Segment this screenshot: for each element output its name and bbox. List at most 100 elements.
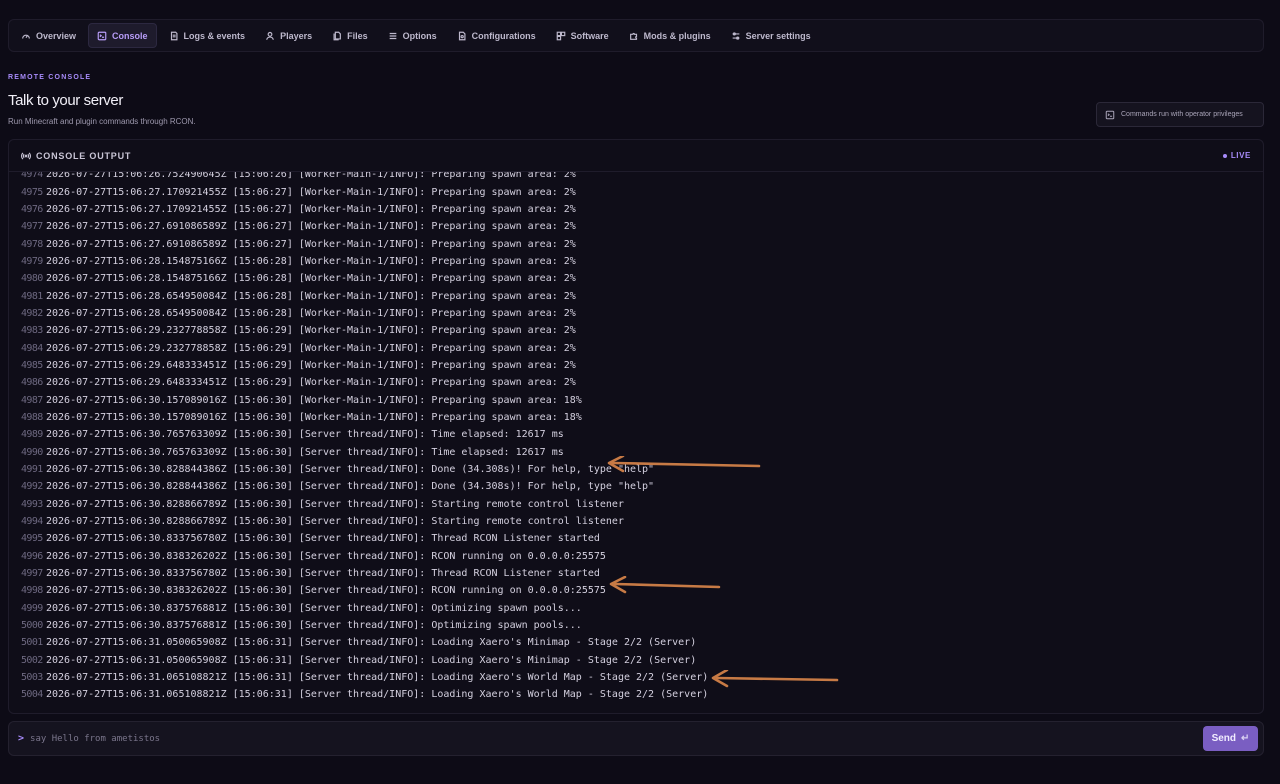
line-number: 4976 <box>21 203 43 215</box>
terminal-icon <box>97 31 107 40</box>
log-text: 2026-07-27T15:06:30.765763309Z [15:06:30… <box>46 429 564 441</box>
server-nav-tabs: Overview Console Logs & events Players F… <box>8 19 1264 52</box>
line-number: 4995 <box>21 533 43 545</box>
line-number: 4977 <box>21 221 43 233</box>
line-number: 4980 <box>21 273 43 285</box>
log-line: 4982 2026-07-27T15:06:28.654950084Z [15:0… <box>9 305 1263 322</box>
log-line: 4983 2026-07-27T15:06:29.232778858Z [15:0… <box>9 322 1263 339</box>
log-text: 2026-07-27T15:06:30.833756780Z [15:06:30… <box>46 533 600 545</box>
log-text: 2026-07-27T15:06:30.837576881Z [15:06:30… <box>46 620 582 632</box>
log-line: 4988 2026-07-27T15:06:30.157089016Z [15:0… <box>9 409 1263 426</box>
tab-label: Mods & plugins <box>643 30 711 41</box>
log-text: 2026-07-27T15:06:30.828866789Z [15:06:30… <box>46 516 624 528</box>
tab-label: Options <box>402 30 437 41</box>
tab-logs-events[interactable]: Logs & events <box>161 23 254 48</box>
log-text: 2026-07-27T15:06:30.828866789Z [15:06:30… <box>46 498 624 510</box>
line-number: 4975 <box>21 186 43 198</box>
tab-label: Files <box>347 30 368 41</box>
log-line: 4986 2026-07-27T15:06:29.648333451Z [15:0… <box>9 374 1263 391</box>
log-text: 2026-07-27T15:06:29.648333451Z [15:06:29… <box>46 359 576 371</box>
command-bar: > Send ↵ <box>8 721 1264 756</box>
log-text: 2026-07-27T15:06:27.170921455Z [15:06:27… <box>46 186 576 198</box>
line-number: 4986 <box>21 377 43 389</box>
tab-options[interactable]: Options <box>380 23 445 48</box>
log-text: 2026-07-27T15:06:30.828844386Z [15:06:30… <box>46 464 655 476</box>
tab-overview[interactable]: Overview <box>13 23 84 48</box>
tab-label: Console <box>112 30 148 41</box>
tab-server-settings[interactable]: Server settings <box>723 23 819 48</box>
log-text: 2026-07-27T15:06:29.232778858Z [15:06:29… <box>46 342 576 354</box>
log-line: 4989 2026-07-27T15:06:30.765763309Z [15:0… <box>9 426 1263 443</box>
log-line: 5003 2026-07-27T15:06:31.065108821Z [15:0… <box>9 669 1263 686</box>
line-number: 4998 <box>21 585 43 597</box>
files-icon <box>333 31 342 40</box>
console-title-text: CONSOLE OUTPUT <box>36 150 132 161</box>
log-line: 4984 2026-07-27T15:06:29.232778858Z [15:0… <box>9 339 1263 356</box>
tab-software[interactable]: Software <box>548 23 617 48</box>
log-text: 2026-07-27T15:06:26.752490645Z [15:06:26… <box>46 172 576 181</box>
tab-configurations[interactable]: Configurations <box>449 23 544 48</box>
log-line: 5004 2026-07-27T15:06:31.065108821Z [15:0… <box>9 686 1263 703</box>
log-line: 4993 2026-07-27T15:06:30.828866789Z [15:0… <box>9 496 1263 513</box>
line-number: 4983 <box>21 325 43 337</box>
log-line: 5002 2026-07-27T15:06:31.050065908Z [15:0… <box>9 652 1263 669</box>
tab-console[interactable]: Console <box>88 23 157 48</box>
log-line: 4974 2026-07-27T15:06:26.752490645Z [15:0… <box>9 172 1263 183</box>
log-text: 2026-07-27T15:06:30.837576881Z [15:06:30… <box>46 602 582 614</box>
page-subtitle: Run Minecraft and plugin commands throug… <box>8 117 196 126</box>
tab-label: Players <box>280 30 313 41</box>
log-line: 4990 2026-07-27T15:06:30.765763309Z [15:0… <box>9 444 1263 461</box>
privileges-text: Commands run with operator privileges <box>1121 111 1243 118</box>
tab-label: Server settings <box>745 30 811 41</box>
tab-players[interactable]: Players <box>257 23 320 48</box>
log-text: 2026-07-27T15:06:29.232778858Z [15:06:29… <box>46 325 576 337</box>
logs-icon <box>170 31 178 40</box>
tab-label: Configurations <box>471 30 536 41</box>
console-log-lines: 4974 2026-07-27T15:06:26.752490645Z [15:0… <box>9 172 1263 704</box>
line-number: 4985 <box>21 359 43 371</box>
log-line: 4978 2026-07-27T15:06:27.691086589Z [15:0… <box>9 235 1263 252</box>
log-line: 4980 2026-07-27T15:06:28.154875166Z [15:0… <box>9 270 1263 287</box>
line-number: 4996 <box>21 550 43 562</box>
line-number: 4987 <box>21 394 43 406</box>
log-line: 4998 2026-07-27T15:06:30.838326202Z [15:0… <box>9 582 1263 599</box>
log-text: 2026-07-27T15:06:29.648333451Z [15:06:29… <box>46 377 576 389</box>
gauge-icon <box>22 34 30 39</box>
console-output-panel: CONSOLE OUTPUT LIVE 4974 2026-07-27T15:06… <box>8 139 1264 714</box>
section-eyebrow: REMOTE CONSOLE <box>8 74 92 81</box>
tab-mods-plugins[interactable]: Mods & plugins <box>621 23 719 48</box>
tab-files[interactable]: Files <box>324 23 376 48</box>
log-line: 4999 2026-07-27T15:06:30.837576881Z [15:0… <box>9 600 1263 617</box>
log-line: 4981 2026-07-27T15:06:28.654950084Z [15:0… <box>9 287 1263 304</box>
list-icon <box>389 32 396 39</box>
config-file-icon <box>458 31 466 40</box>
log-line: 5000 2026-07-27T15:06:30.837576881Z [15:0… <box>9 617 1263 634</box>
log-text: 2026-07-27T15:06:30.157089016Z [15:06:30… <box>46 411 582 423</box>
live-status-badge: LIVE <box>1222 151 1251 160</box>
line-number: 4981 <box>21 290 43 302</box>
log-line: 4976 2026-07-27T15:06:27.170921455Z [15:0… <box>9 201 1263 218</box>
log-text: 2026-07-27T15:06:27.691086589Z [15:06:27… <box>46 221 576 233</box>
command-input[interactable] <box>30 733 1203 744</box>
package-icon <box>556 31 565 40</box>
log-text: 2026-07-27T15:06:27.170921455Z [15:06:27… <box>46 203 576 215</box>
log-line: 4979 2026-07-27T15:06:28.154875166Z [15:0… <box>9 253 1263 270</box>
send-button[interactable]: Send ↵ <box>1203 726 1258 751</box>
page-title: Talk to your server <box>8 92 123 109</box>
log-text: 2026-07-27T15:06:30.765763309Z [15:06:30… <box>46 446 564 458</box>
sliders-icon <box>732 31 739 40</box>
line-number: 5002 <box>21 654 43 666</box>
line-number: 4992 <box>21 481 43 493</box>
line-number: 5003 <box>21 672 43 684</box>
log-line: 4975 2026-07-27T15:06:27.170921455Z [15:0… <box>9 183 1263 200</box>
live-status-text: LIVE <box>1230 151 1251 160</box>
tab-label: Logs & events <box>183 30 246 41</box>
log-line: 5001 2026-07-27T15:06:31.050065908Z [15:0… <box>9 634 1263 651</box>
log-text: 2026-07-27T15:06:27.691086589Z [15:06:27… <box>46 238 576 250</box>
line-number: 5000 <box>21 620 43 632</box>
log-text: 2026-07-27T15:06:28.654950084Z [15:06:28… <box>46 290 576 302</box>
line-number: 4991 <box>21 464 43 476</box>
line-number: 4978 <box>21 238 43 250</box>
line-number: 4993 <box>21 498 43 510</box>
console-log[interactable]: 4974 2026-07-27T15:06:26.752490645Z [15:0… <box>9 172 1263 713</box>
